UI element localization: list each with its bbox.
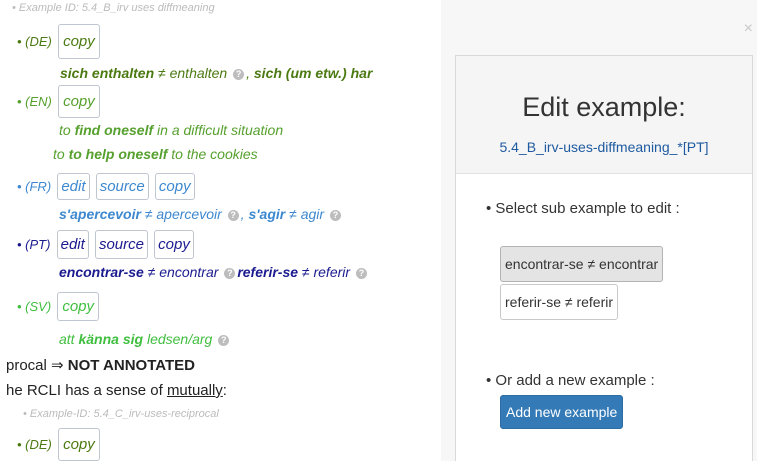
lang-label-sv: • (SV) <box>17 299 52 314</box>
en-text: to <box>53 146 69 162</box>
pt-header: • (PT) edit source copy <box>17 230 194 259</box>
modal-subtitle: 5.4_B_irv-uses-diffmeaning_*[PT] <box>499 139 709 155</box>
en-example-2: to to help oneself to the cookies <box>53 146 258 162</box>
en-bold: find oneself <box>74 122 154 138</box>
edit-example-modal: Edit example: 5.4_B_irv-uses-diffmeaning… <box>455 55 753 461</box>
add-new-example-button[interactable]: Add new example <box>500 395 624 429</box>
select-sub-example-label: • Select sub example to edit : <box>486 200 680 217</box>
edit-button-fr[interactable]: edit <box>57 173 90 200</box>
de-sep: , <box>246 65 254 81</box>
fr-example: s'apercevoir ≠ apercevoir ?, s'agir ≠ ag… <box>59 206 343 222</box>
sv-bold: känna sig <box>78 331 144 347</box>
add-example-label: • Or add a new example : <box>486 372 655 389</box>
sense-text: : <box>222 382 227 399</box>
lang-label-de: • (DE) <box>17 34 52 49</box>
sense-line: he RCLI has a sense of mutually: <box>6 382 227 399</box>
en-bold: to help oneself <box>68 146 168 162</box>
info-icon[interactable]: ? <box>329 209 341 221</box>
lang-label-pt: • (PT) <box>17 237 51 252</box>
example-id-hint: • Example ID: 5.4_B_irv uses diffmeaning <box>12 2 215 14</box>
sub-example-button[interactable]: referir-se ≠ referir <box>500 284 619 320</box>
reciprocal-text: procal ⇒ <box>6 357 68 374</box>
pt-bold: referir-se <box>237 264 299 280</box>
copy-button-de2[interactable]: copy <box>58 428 100 461</box>
de-example: sich enthalten ≠ enthalten ?, sich (um e… <box>60 65 372 81</box>
close-icon[interactable]: × <box>744 20 753 38</box>
fr-bold: s'apercevoir <box>59 206 141 222</box>
sense-text: he RCLI has a sense of <box>6 382 167 399</box>
copy-button-fr[interactable]: copy <box>154 173 195 200</box>
modal-header: Edit example: 5.4_B_irv-uses-diffmeaning… <box>456 56 752 174</box>
not-annotated-label: NOT ANNOTATED <box>67 357 195 374</box>
source-button-pt[interactable]: source <box>94 230 148 259</box>
fr-text: ≠ apercevoir <box>140 206 226 222</box>
reciprocal-heading: procal ⇒ NOT ANNOTATED <box>6 356 195 374</box>
lang-label-de2: • (DE) <box>17 437 52 452</box>
edit-button-pt[interactable]: edit <box>56 230 89 259</box>
copy-button-sv[interactable]: copy <box>57 292 100 321</box>
info-icon[interactable]: ? <box>224 267 236 279</box>
lang-label-fr: • (FR) <box>17 179 52 194</box>
pt-example: encontrar-se ≠ encontrar ? referir-se ≠ r… <box>59 264 369 280</box>
fr-header: • (FR) edit source copy <box>17 173 195 200</box>
sub-example-button[interactable]: encontrar-se ≠ encontrar <box>500 246 664 282</box>
copy-button-de[interactable]: copy <box>58 24 100 59</box>
de2-header: • (DE) copy <box>17 428 100 461</box>
sv-text: ledsen/arg <box>143 331 217 347</box>
de-header: • (DE) copy <box>17 24 100 59</box>
examples-panel: • Example ID: 5.4_B_irv uses diffmeaning… <box>0 0 440 461</box>
en-text: to the cookies <box>167 146 258 162</box>
copy-button-pt[interactable]: copy <box>154 230 194 259</box>
lang-label-en: • (EN) <box>17 94 52 109</box>
en-header: • (EN) copy <box>17 85 100 118</box>
modal-title: Edit example: <box>522 92 686 122</box>
sv-example: att känna sig ledsen/arg ? <box>59 331 231 347</box>
info-icon[interactable]: ? <box>233 68 245 80</box>
de-bold-2: sich (um etw.) har <box>253 65 373 81</box>
pt-bold: encontrar-se <box>59 264 144 280</box>
pt-text: ≠ encontrar <box>143 264 223 280</box>
fr-bold: s'agir <box>248 206 286 222</box>
en-example-1: to find oneself in a difficult situation <box>59 122 283 138</box>
fr-text: ≠ agir <box>285 206 328 222</box>
info-icon[interactable]: ? <box>227 209 239 221</box>
info-icon[interactable]: ? <box>355 267 367 279</box>
example-id: • Example-ID: 5.4_C_irv-uses-reciprocal <box>23 408 219 420</box>
source-button-fr[interactable]: source <box>95 173 149 200</box>
sv-header: • (SV) copy <box>17 292 100 321</box>
sense-underline: mutually <box>166 382 223 399</box>
de-plain-1: ≠ enthalten <box>154 65 232 81</box>
copy-button-en[interactable]: copy <box>58 85 100 118</box>
en-text: to <box>59 122 75 138</box>
sv-text: att <box>59 331 79 347</box>
pt-text: ≠ referir <box>298 264 354 280</box>
de-bold-1: sich enthalten <box>60 65 155 81</box>
en-text: in a difficult situation <box>153 122 284 138</box>
info-icon[interactable]: ? <box>218 334 230 346</box>
